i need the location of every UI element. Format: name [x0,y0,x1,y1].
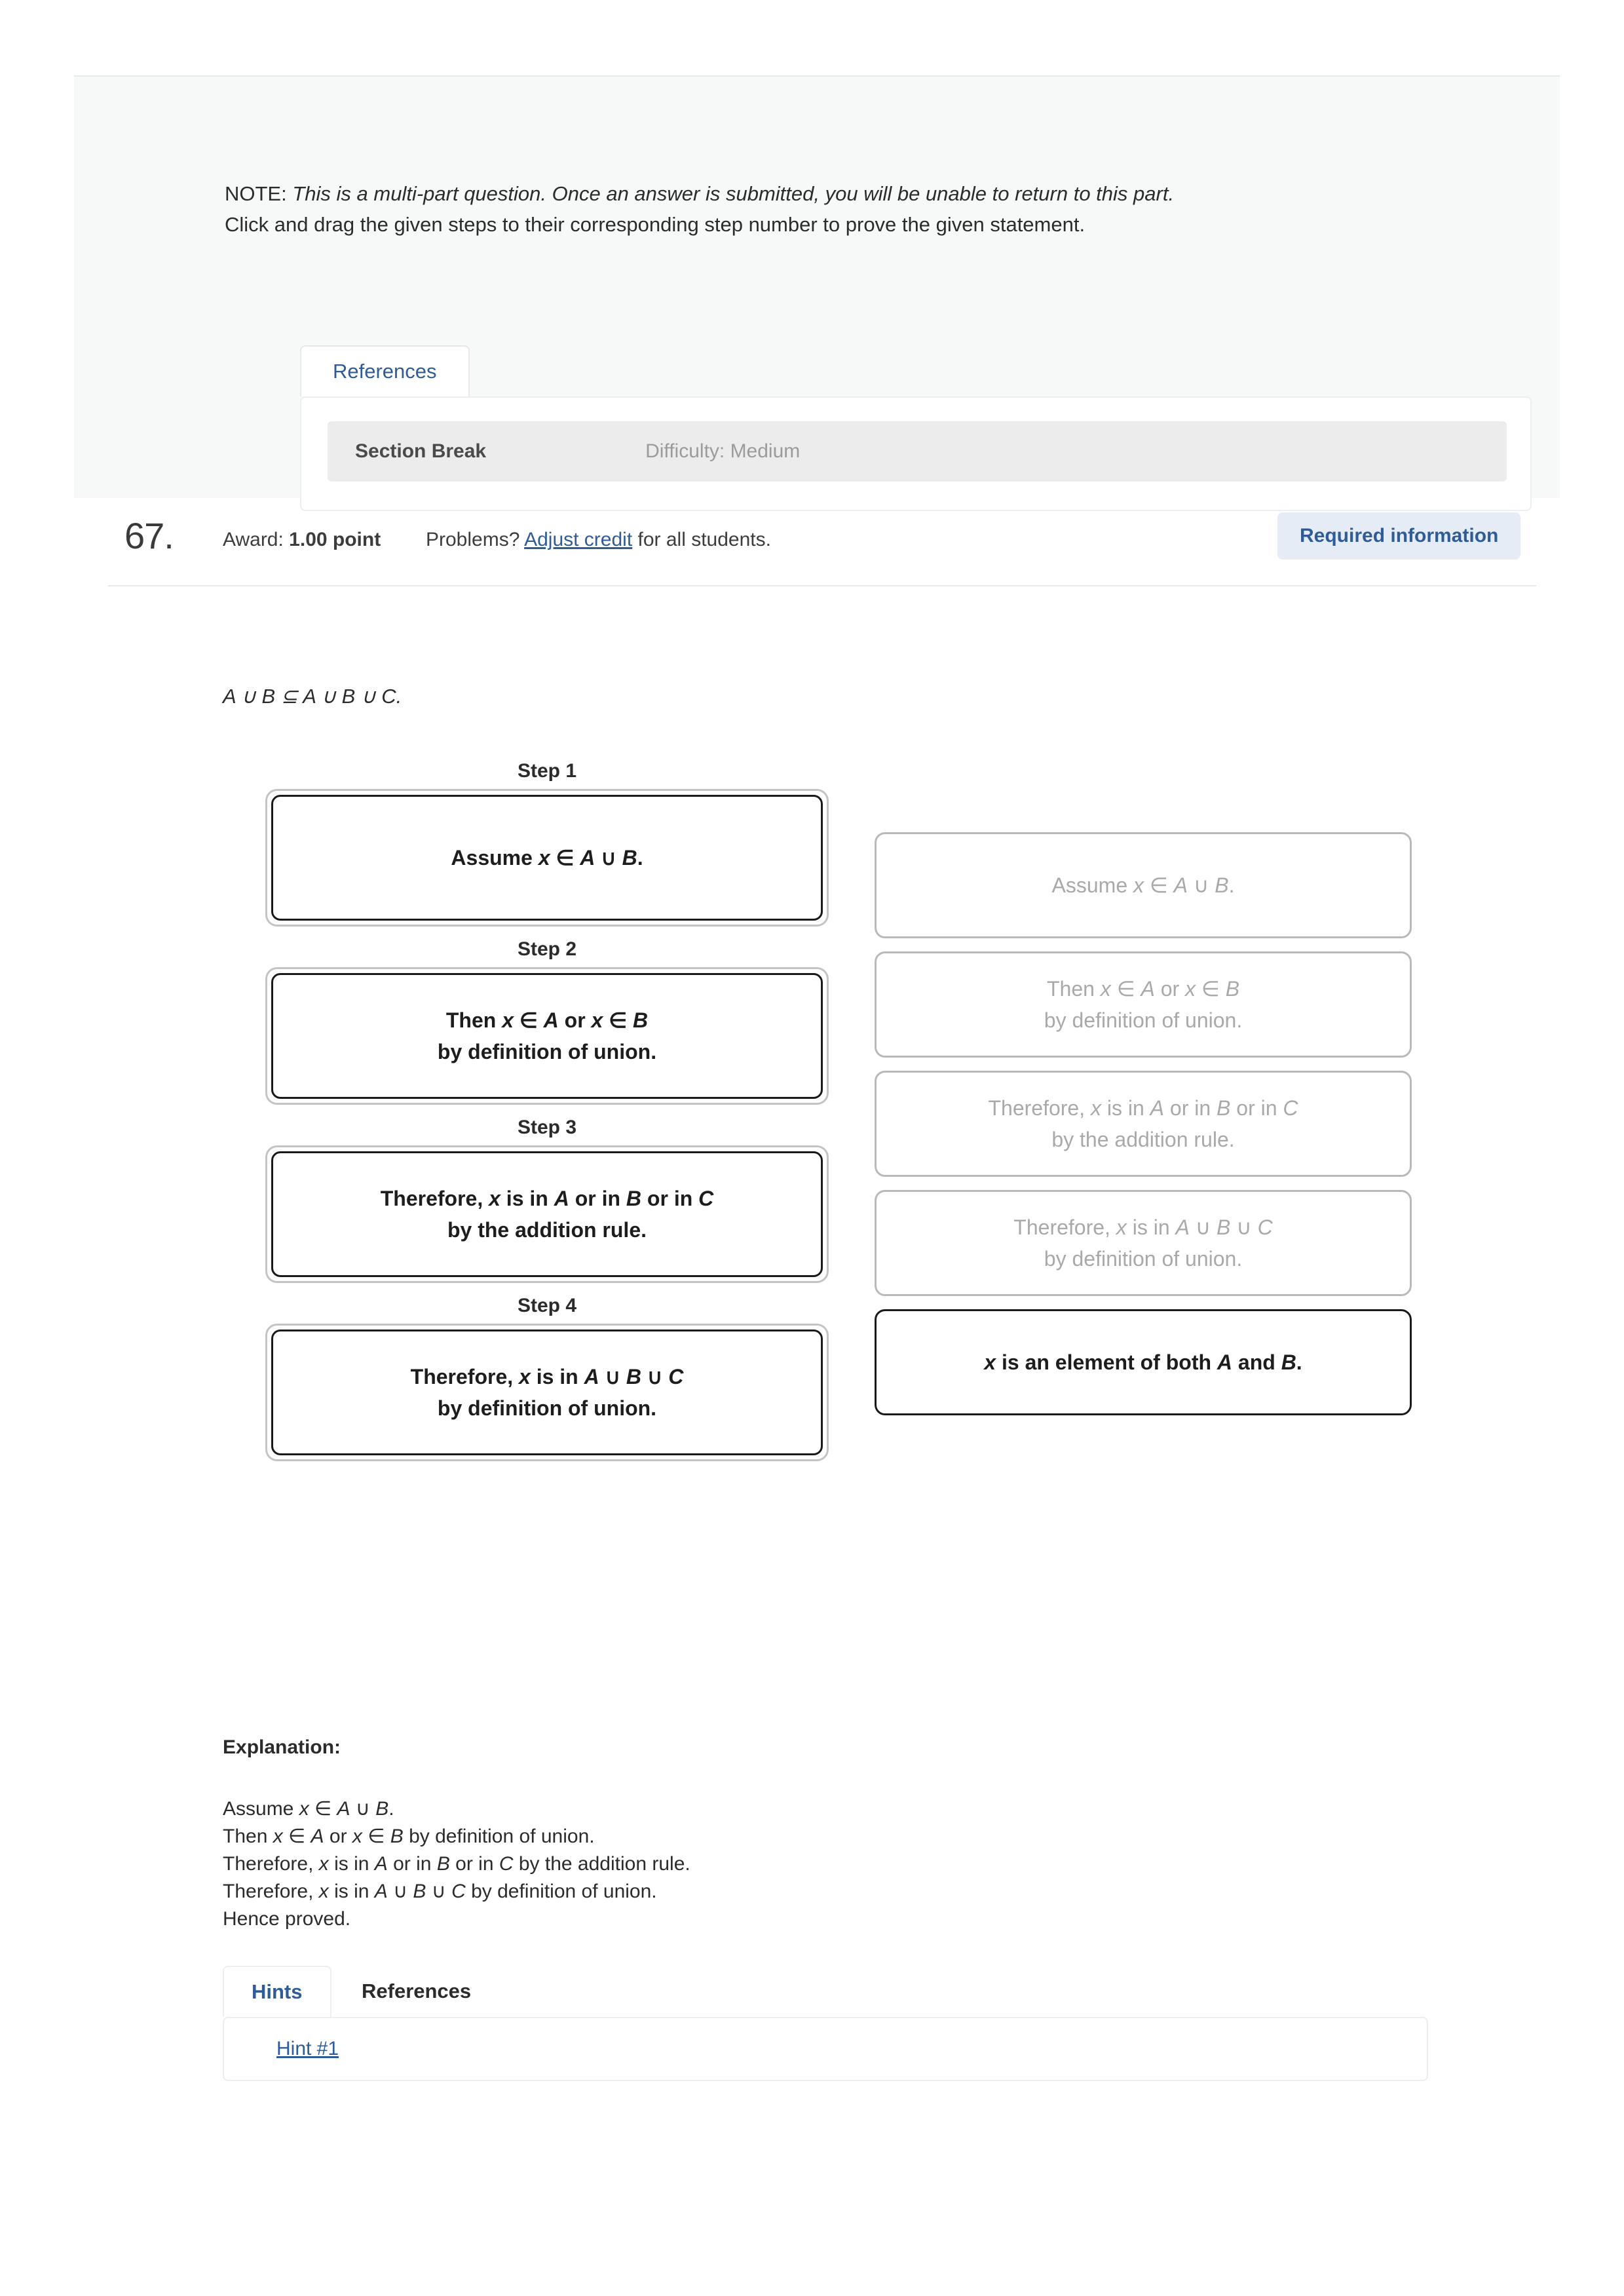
dropzone-step-2[interactable]: Then x ∈ A or x ∈ B by definition of uni… [265,967,829,1105]
explanation-line-3: Therefore, x is in A or in B or in C by … [223,1853,690,1875]
dropped-card-step-4-text: Therefore, x is in A ∪ B ∪ C by definiti… [395,1353,700,1432]
explanation-body: Assume x ∈ A ∪ B. Then x ∈ A or x ∈ B by… [223,1795,1140,1933]
source-card-4-text: Therefore, x is in A ∪ B ∪ C by definiti… [998,1204,1288,1282]
source-bank-column: Assume x ∈ A ∪ B. Then x ∈ A or x ∈ B by… [875,760,1412,1428]
source-card-5[interactable]: x is an element of both A and B. [875,1309,1412,1415]
hint-1-link[interactable]: Hint #1 [276,2038,339,2060]
source-card-3-line2: by the addition rule. [1051,1128,1235,1151]
award-row: 67. Award: 1.00 point Problems? Adjust c… [108,512,1536,583]
step-3-label: Step 3 [517,1117,577,1138]
step-slot-1: Step 1 Assume x ∈ A ∪ B. [265,760,829,927]
dropped-step-3-line2: by the addition rule. [447,1218,647,1242]
note-line-2: Click and drag the given steps to their … [225,213,1086,236]
explanation-line-2: Then x ∈ A or x ∈ B by definition of uni… [223,1826,595,1847]
explanation-title: Explanation: [223,1736,341,1758]
dropped-step-4-line2: by definition of union. [437,1396,657,1420]
dropzone-step-1[interactable]: Assume x ∈ A ∪ B. [265,789,829,927]
source-card-4-line2: by definition of union. [1044,1247,1243,1271]
dropped-card-step-2-text: Then x ∈ A or x ∈ B by definition of uni… [422,997,672,1075]
source-card-5-line1: x is an element of both A and B. [984,1350,1302,1374]
source-card-5-text: x is an element of both A and B. [968,1339,1317,1386]
step-4-label: Step 4 [517,1295,577,1316]
dropped-card-step-2[interactable]: Then x ∈ A or x ∈ B by definition of uni… [271,973,823,1099]
tab-hints[interactable]: Hints [223,1966,331,2017]
step-slots-column: Step 1 Assume x ∈ A ∪ B. Step 2 Then x ∈… [265,760,829,1473]
dropped-step-2-line2: by definition of union. [437,1040,657,1063]
step-slot-4: Step 4 Therefore, x is in A ∪ B ∪ C by d… [265,1295,829,1461]
dropped-card-step-3-text: Therefore, x is in A or in B or in C by … [365,1175,730,1253]
note-panel: NOTE: This is a multi-part question. Onc… [74,75,1560,511]
step-slot-2: Step 2 Then x ∈ A or x ∈ B by definition… [265,938,829,1105]
source-card-4[interactable]: Therefore, x is in A ∪ B ∪ C by definiti… [875,1190,1412,1296]
difficulty-label: Difficulty: Medium [645,440,801,462]
tab-references-bottom[interactable]: References [334,1966,499,2017]
dropzone-step-4[interactable]: Therefore, x is in A ∪ B ∪ C by definiti… [265,1324,829,1461]
explanation-line-5: Hence proved. [223,1908,351,1930]
tab-references-bottom-label: References [362,1980,472,2002]
section-break-label: Section Break [355,440,487,462]
source-card-2-line2: by definition of union. [1044,1008,1243,1032]
adjust-credit-link[interactable]: Adjust credit [524,529,632,550]
dropped-card-step-4[interactable]: Therefore, x is in A ∪ B ∪ C by definiti… [271,1330,823,1455]
step-2-label: Step 2 [517,938,577,960]
dropped-step-2-line1: Then x ∈ A or x ∈ B [445,1008,649,1032]
award-value: 1.00 point [289,529,381,550]
source-card-2-line1: Then x ∈ A or x ∈ B [1046,977,1240,1001]
question-page: NOTE: This is a multi-part question. Onc… [0,0,1624,2296]
note-prefix: NOTE: [225,182,287,205]
top-tab-strip: References [300,345,1545,396]
required-information-badge[interactable]: Required information [1277,512,1521,560]
dropped-step-3-line1: Therefore, x is in A or in B or in C [380,1187,714,1210]
problems-text: Problems? Adjust credit for all students… [426,529,771,551]
tab-hints-label: Hints [252,1980,303,2003]
source-card-3[interactable]: Therefore, x is in A or in B or in C by … [875,1071,1412,1177]
question-number: 67. [124,515,174,556]
source-card-4-line1: Therefore, x is in A ∪ B ∪ C [1013,1215,1273,1239]
dropped-card-step-1-text: Assume x ∈ A ∪ B. [435,834,658,881]
dropzone-step-3[interactable]: Therefore, x is in A or in B or in C by … [265,1145,829,1283]
source-card-3-text: Therefore, x is in A or in B or in C by … [972,1084,1313,1163]
source-card-3-line1: Therefore, x is in A or in B or in C [988,1096,1298,1120]
problems-prefix: Problems? [426,529,520,550]
dropped-card-step-3[interactable]: Therefore, x is in A or in B or in C by … [271,1151,823,1277]
explanation-line-4: Therefore, x is in A ∪ B ∪ C by definiti… [223,1881,657,1902]
note-text: NOTE: This is a multi-part question. Onc… [225,178,1469,240]
dropped-step-4-line1: Therefore, x is in A ∪ B ∪ C [410,1365,684,1388]
award-prefix: Award: [223,529,284,550]
source-card-1-line1: Assume x ∈ A ∪ B. [1051,873,1235,897]
award-row-divider [108,585,1536,586]
problems-suffix: for all students. [637,529,771,550]
hints-card: Hint #1 [223,2017,1428,2081]
bottom-tab-strip: Hints References [223,1966,1467,2017]
source-card-2-text: Then x ∈ A or x ∈ B by definition of uni… [1029,965,1258,1044]
source-card-1[interactable]: Assume x ∈ A ∪ B. [875,832,1412,938]
references-card: Section Break Difficulty: Medium [300,396,1532,511]
tab-references-top-label: References [333,360,437,383]
step-1-label: Step 1 [517,760,577,782]
explanation-line-1: Assume x ∈ A ∪ B. [223,1798,394,1820]
award-label: Award: 1.00 point [223,529,381,551]
note-italic-text: This is a multi-part question. Once an a… [292,182,1175,205]
source-card-2[interactable]: Then x ∈ A or x ∈ B by definition of uni… [875,951,1412,1058]
step-slot-3: Step 3 Therefore, x is in A or in B or i… [265,1117,829,1283]
source-card-1-text: Assume x ∈ A ∪ B. [1036,862,1251,909]
dropped-card-step-1[interactable]: Assume x ∈ A ∪ B. [271,795,823,921]
problem-statement: A ∪ B ⊆ A ∪ B ∪ C. [223,685,402,708]
tab-references-top[interactable]: References [300,345,470,396]
section-break-row: Section Break Difficulty: Medium [328,421,1507,482]
dropped-step-1-line1: Assume x ∈ A ∪ B. [451,846,643,870]
